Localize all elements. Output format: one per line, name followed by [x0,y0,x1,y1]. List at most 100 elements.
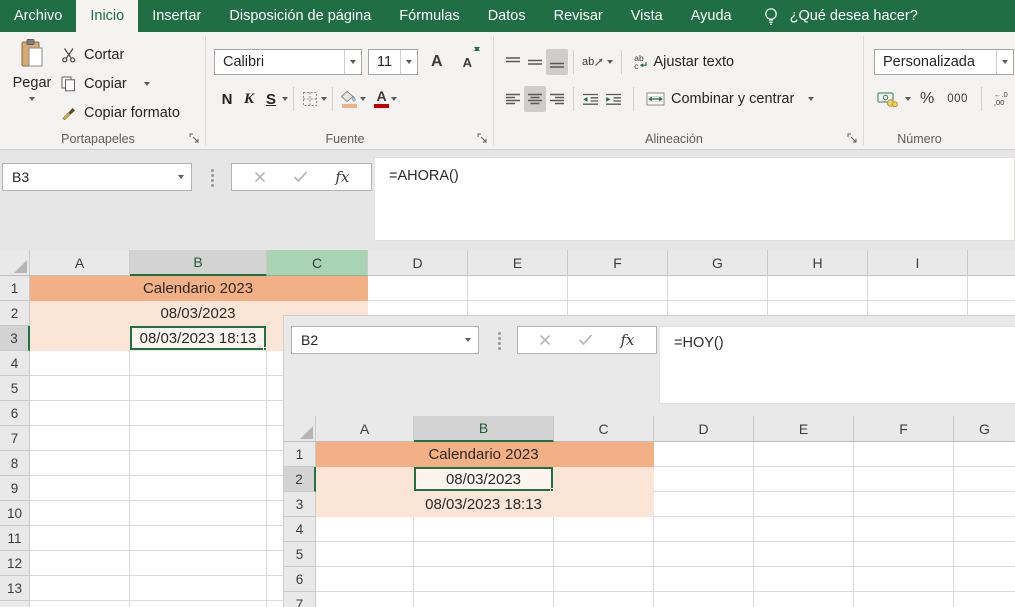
cut-button[interactable]: Cortar [60,40,202,69]
empty-cell[interactable] [768,276,868,301]
increase-decimal-button[interactable]: ←.0,00 [991,91,1008,107]
cell-a3[interactable] [30,326,130,351]
formula-bar-grip[interactable] [211,169,214,172]
copy-button[interactable]: Copiar [60,69,202,98]
font-size-combobox[interactable]: 11 [368,49,418,75]
column-header-g[interactable]: G [668,250,768,276]
insert-function-button[interactable]: fx [335,168,349,186]
name-box[interactable]: B3 [2,163,192,191]
empty-cell[interactable] [754,542,854,567]
tab-inicio[interactable]: Inicio [76,0,138,32]
empty-cell[interactable] [130,376,267,401]
align-center-button[interactable] [524,86,546,112]
cell-b1[interactable]: Calendario 2023 [130,276,267,301]
align-middle-button[interactable] [524,49,546,75]
empty-cell[interactable] [968,276,1015,301]
row-header[interactable]: 8 [0,451,30,476]
empty-cell[interactable] [414,517,554,542]
empty-cell[interactable] [954,517,1015,542]
cell-b2[interactable]: 08/03/2023 [130,301,267,326]
empty-cell[interactable] [30,451,130,476]
empty-cell[interactable] [368,276,468,301]
merge-center-button[interactable]: Combinar y centrar [642,86,818,112]
empty-cell[interactable] [414,592,554,607]
tab-insertar[interactable]: Insertar [138,0,215,32]
enter-check-icon[interactable] [293,171,308,183]
row-header[interactable]: 10 [0,501,30,526]
chevron-down-icon[interactable] [391,97,397,101]
tell-me-search[interactable]: ¿Qué desea hacer? [780,0,928,32]
empty-cell[interactable] [316,517,414,542]
tab-datos[interactable]: Datos [474,0,540,32]
row-header[interactable]: 12 [0,551,30,576]
row-header[interactable]: 6 [0,401,30,426]
empty-cell[interactable] [30,351,130,376]
empty-cell[interactable] [654,542,754,567]
row-header-2[interactable]: 2 [0,301,30,326]
row-header[interactable]: 4 [0,351,30,376]
cell-a1[interactable] [30,276,130,301]
tab-disposicion[interactable]: Disposición de página [215,0,385,32]
overlay-cell-c3[interactable] [554,492,654,517]
empty-cell[interactable] [854,517,954,542]
empty-cell[interactable] [554,567,654,592]
row-header[interactable]: 11 [0,526,30,551]
empty-cell[interactable] [868,276,968,301]
empty-cell[interactable] [130,576,267,601]
tab-formulas[interactable]: Fórmulas [385,0,473,32]
tab-archivo[interactable]: Archivo [0,0,76,32]
chevron-down-icon[interactable] [282,97,288,101]
overlay-name-box[interactable]: B2 [291,326,479,354]
row-header-1[interactable]: 1 [0,276,30,301]
empty-cell[interactable] [954,592,1015,607]
empty-cell[interactable] [854,442,954,467]
empty-cell[interactable] [954,492,1015,517]
empty-cell[interactable] [954,542,1015,567]
row-header[interactable]: 9 [0,476,30,501]
empty-cell[interactable] [854,542,954,567]
row-header[interactable]: 4 [284,517,316,542]
empty-cell[interactable] [130,451,267,476]
wrap-text-button[interactable]: abc Ajustar texto [630,49,738,75]
empty-cell[interactable] [316,542,414,567]
empty-cell[interactable] [854,592,954,607]
empty-cell[interactable] [30,576,130,601]
empty-cell[interactable] [30,376,130,401]
empty-cell[interactable] [654,467,754,492]
column-header-f[interactable]: F [568,250,668,276]
empty-cell[interactable] [854,567,954,592]
overlay-column-header-d[interactable]: D [654,416,754,442]
empty-cell[interactable] [30,526,130,551]
row-header-3[interactable]: 3 [0,326,30,351]
column-header-i[interactable]: I [868,250,968,276]
fill-color-button[interactable] [338,86,360,112]
row-header[interactable]: 7 [0,426,30,451]
empty-cell[interactable] [554,517,654,542]
empty-cell[interactable] [130,351,267,376]
column-header-e[interactable]: E [468,250,568,276]
italic-button[interactable]: K [238,86,260,112]
empty-cell[interactable] [654,517,754,542]
font-color-button[interactable]: A [372,86,391,112]
overlay-column-header-e[interactable]: E [754,416,854,442]
tab-revisar[interactable]: Revisar [540,0,617,32]
accounting-format-button[interactable] [874,86,901,112]
selected-cell-b3[interactable]: 08/03/2023 18:13 [130,326,267,351]
cancel-icon[interactable] [254,171,266,183]
overlay-cell-c2[interactable] [554,467,654,492]
empty-cell[interactable] [954,567,1015,592]
empty-cell[interactable] [30,501,130,526]
empty-cell[interactable] [130,501,267,526]
cell-c1[interactable] [267,276,368,301]
empty-cell[interactable] [316,567,414,592]
empty-cell[interactable] [754,592,854,607]
row-header[interactable]: 13 [0,576,30,601]
empty-cell[interactable] [854,492,954,517]
overlay-column-header-a[interactable]: A [316,416,414,442]
empty-cell[interactable] [754,492,854,517]
number-format-combobox[interactable]: Personalizada [874,49,1014,75]
overlay-cell-a2[interactable] [316,467,414,492]
cell-a2[interactable] [30,301,130,326]
chevron-down-icon[interactable] [607,60,613,64]
overlay-cell-b1[interactable]: Calendario 2023 [414,442,554,467]
